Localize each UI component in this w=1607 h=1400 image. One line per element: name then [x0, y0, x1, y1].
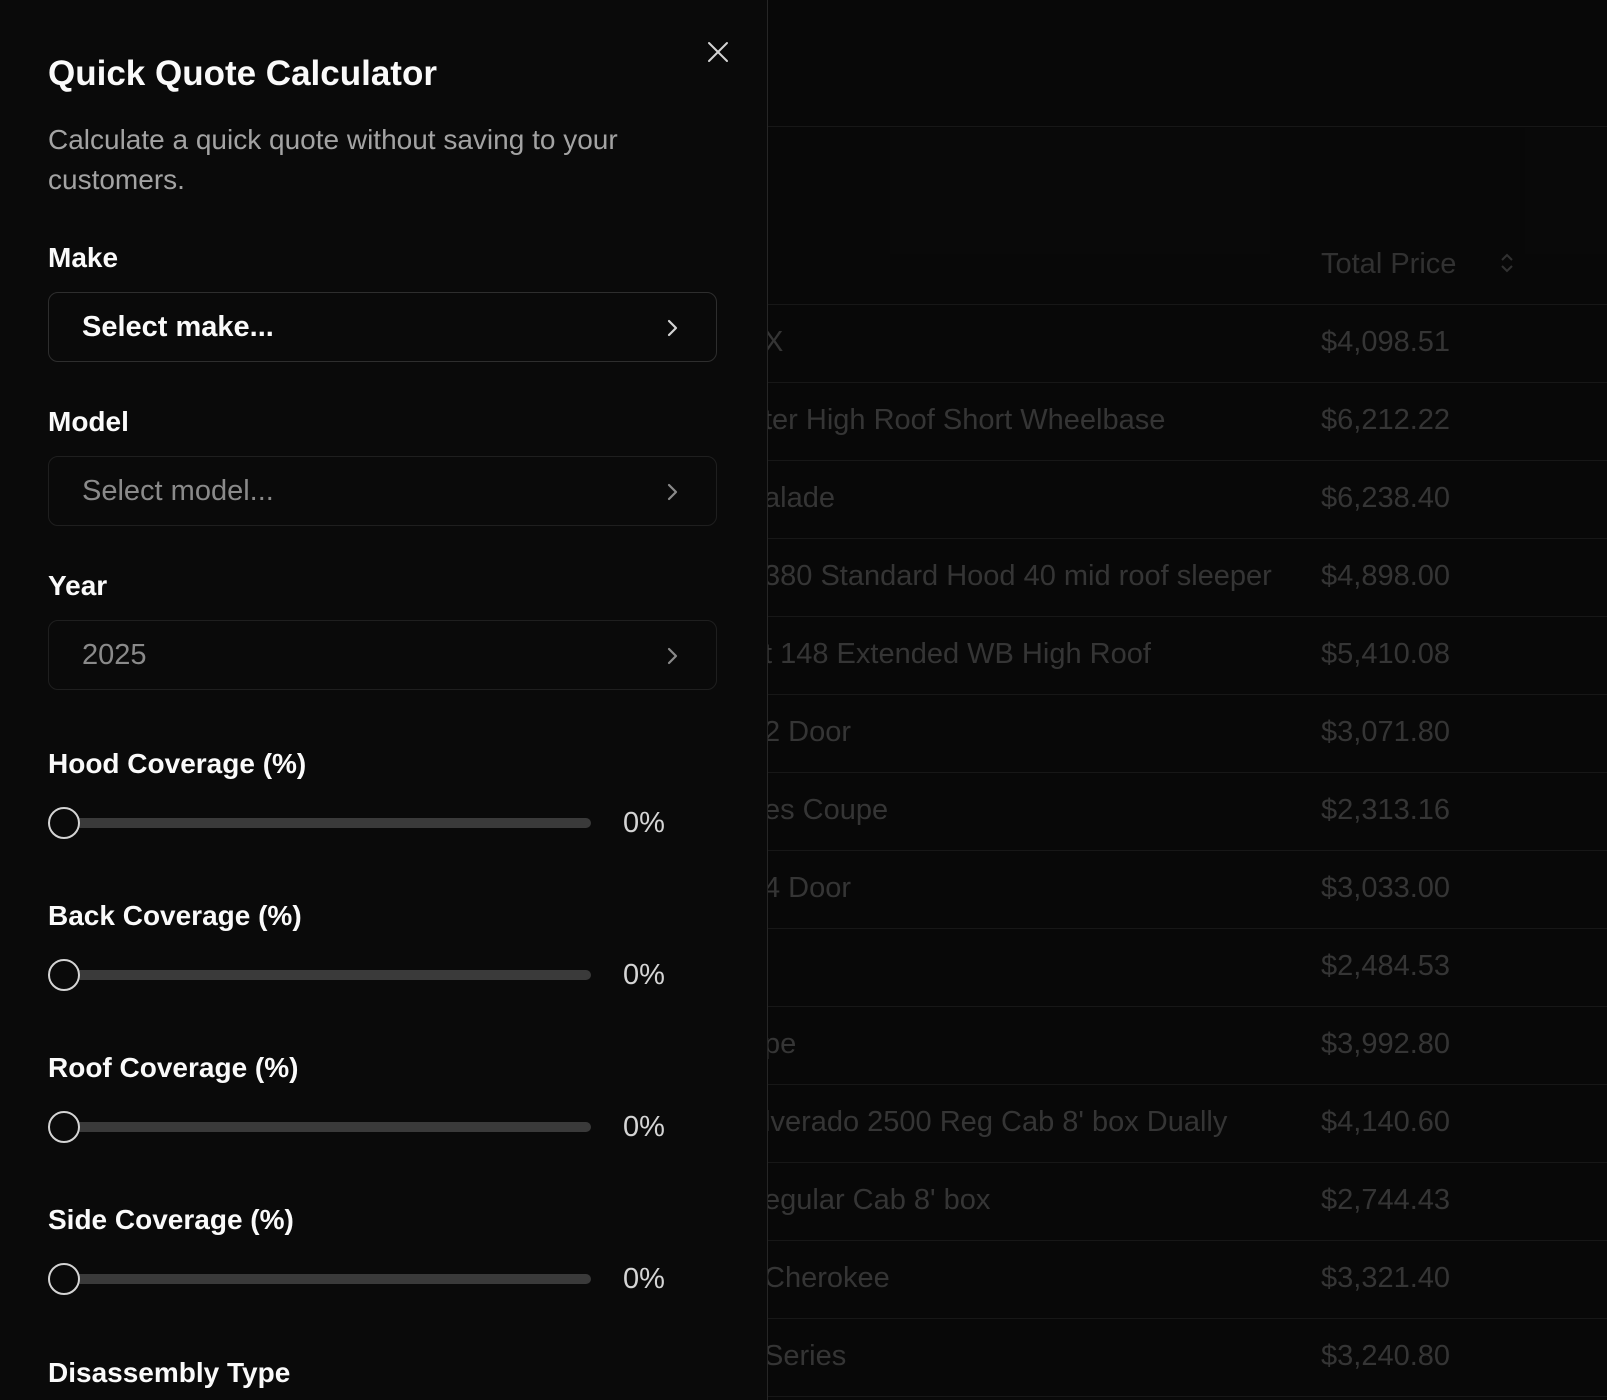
model-label: Model [48, 406, 129, 437]
roof-coverage-slider[interactable] [48, 1122, 591, 1132]
make-select-value: Select make... [82, 311, 274, 343]
quick-quote-drawer: Quick Quote Calculator Calculate a quick… [0, 0, 768, 1400]
hood-coverage-label: Hood Coverage (%) [48, 748, 307, 779]
chevron-right-icon [667, 647, 678, 665]
roof-coverage-slider-row: 0% [48, 1109, 688, 1145]
make-label: Make [48, 242, 119, 273]
side-coverage-label: Side Coverage (%) [48, 1204, 294, 1235]
year-label: Year [48, 570, 108, 601]
back-coverage-slider[interactable] [48, 970, 591, 980]
hood-coverage-slider[interactable] [48, 818, 591, 828]
hood-coverage-slider-thumb[interactable] [48, 807, 80, 839]
hood-coverage-slider-row: 0% [48, 805, 688, 841]
roof-coverage-value: 0% [623, 1111, 665, 1143]
make-select[interactable]: Select make... [48, 292, 717, 362]
model-select[interactable]: Select model... [48, 456, 717, 526]
chevron-right-icon [667, 319, 678, 337]
back-coverage-slider-row: 0% [48, 957, 688, 993]
chevron-right-icon [667, 483, 678, 501]
page: Total Price X $4,098.51 ter High Roof Shor… [0, 0, 1607, 1400]
drawer-title: Quick Quote Calculator [48, 54, 437, 93]
close-button[interactable] [700, 34, 736, 70]
back-coverage-value: 0% [623, 959, 665, 991]
model-select-value: Select model... [82, 475, 274, 507]
back-coverage-slider-thumb[interactable] [48, 959, 80, 991]
side-coverage-slider[interactable] [48, 1274, 591, 1284]
year-select-value: 2025 [82, 639, 147, 671]
close-icon [708, 42, 728, 62]
hood-coverage-value: 0% [623, 807, 665, 839]
side-coverage-slider-thumb[interactable] [48, 1263, 80, 1295]
side-coverage-value: 0% [623, 1263, 665, 1295]
drawer-description: Calculate a quick quote without saving t… [48, 124, 618, 195]
roof-coverage-label: Roof Coverage (%) [48, 1052, 299, 1083]
year-select[interactable]: 2025 [48, 620, 717, 690]
disassembly-type-label: Disassembly Type [48, 1357, 291, 1388]
side-coverage-slider-row: 0% [48, 1261, 688, 1297]
roof-coverage-slider-thumb[interactable] [48, 1111, 80, 1143]
back-coverage-label: Back Coverage (%) [48, 900, 302, 931]
